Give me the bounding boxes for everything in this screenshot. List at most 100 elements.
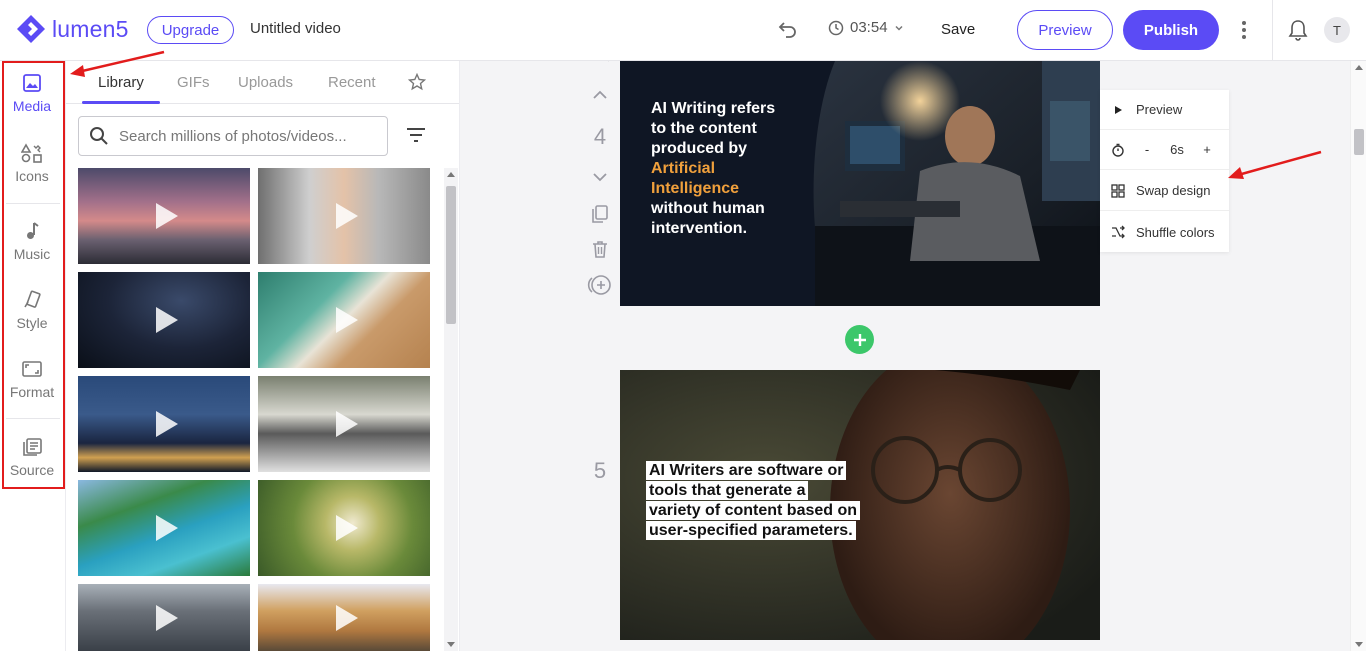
avatar[interactable]: T — [1324, 17, 1350, 43]
trash-icon[interactable] — [590, 239, 610, 259]
scene-5-slide[interactable]: AI Writers are software or tools that ge… — [620, 370, 1100, 640]
plus-icon — [853, 333, 866, 346]
filter-button[interactable] — [406, 127, 426, 148]
active-tab-indicator — [82, 101, 160, 104]
lumen5-logo-icon — [17, 15, 45, 43]
brand-name: lumen5 — [52, 15, 129, 42]
media-scrollbar[interactable] — [444, 168, 458, 651]
media-thumbnail[interactable] — [258, 480, 430, 576]
decrease-duration-button[interactable]: - — [1136, 142, 1158, 157]
tab-uploads[interactable]: Uploads — [238, 74, 293, 91]
lumen5-logo[interactable]: lumen5 — [16, 14, 129, 44]
undo-icon — [778, 22, 796, 38]
duration-value: 03:54 — [850, 19, 888, 36]
annotation-highlight-box — [2, 61, 65, 489]
caption-highlight: Intelligence — [651, 180, 740, 197]
search-icon — [90, 127, 108, 145]
caption-line: user-specified parameters. — [646, 521, 856, 540]
page-scrollbar[interactable] — [1350, 61, 1366, 651]
caption-line: without human — [651, 200, 765, 217]
top-bar: lumen5 Upgrade Untitled video 03:54 Save… — [0, 0, 1366, 61]
scene-4-caption[interactable]: AI Writing refers to the content produce… — [651, 99, 821, 239]
left-rail: Media Icons Music Style Format Source — [0, 61, 66, 651]
play-icon — [156, 307, 178, 333]
favorites-tab[interactable] — [407, 72, 427, 96]
scene-duration-item: - 6s + — [1100, 130, 1229, 170]
scene-number: 5 — [593, 458, 607, 483]
tab-recent[interactable]: Recent — [328, 74, 376, 91]
header-divider — [1272, 0, 1273, 61]
search-field[interactable] — [78, 116, 388, 156]
media-tabs: Library GIFs Uploads Recent — [66, 61, 459, 104]
scroll-up-arrow[interactable] — [447, 172, 455, 177]
scene-number: 4 — [593, 124, 607, 149]
grid-icon — [1111, 183, 1125, 198]
caption-line: AI Writers are software or — [646, 461, 847, 480]
media-thumbnail[interactable] — [258, 272, 430, 368]
menu-item-label: Swap design — [1136, 183, 1211, 198]
swap-design-item[interactable]: Swap design — [1100, 171, 1229, 211]
scroll-down-arrow[interactable] — [1355, 642, 1363, 647]
media-thumbnail[interactable] — [258, 376, 430, 472]
duplicate-icon[interactable] — [590, 204, 610, 224]
duration-dropdown[interactable]: 03:54 — [828, 19, 904, 36]
media-thumbnail[interactable] — [78, 480, 250, 576]
undo-button[interactable] — [778, 19, 798, 44]
play-icon — [1115, 105, 1122, 114]
scene-duration-value: 6s — [1170, 142, 1184, 157]
comment-icon[interactable] — [589, 61, 611, 65]
tab-library[interactable]: Library — [98, 74, 144, 91]
media-thumbnail[interactable] — [258, 584, 430, 651]
preview-button[interactable]: Preview — [1017, 10, 1113, 50]
menu-item-label: Preview — [1136, 102, 1183, 117]
filter-icon — [407, 128, 425, 142]
search-input[interactable] — [119, 127, 379, 145]
add-scene-icon[interactable] — [587, 274, 613, 296]
shuffle-icon — [1112, 225, 1125, 239]
increase-duration-button[interactable]: + — [1196, 142, 1218, 157]
media-thumbnail[interactable] — [78, 584, 250, 651]
move-up-icon[interactable] — [592, 89, 608, 101]
timer-icon — [1112, 143, 1124, 157]
media-thumbnail[interactable] — [258, 168, 430, 264]
upgrade-button[interactable]: Upgrade — [147, 16, 234, 44]
media-thumbnail[interactable] — [78, 376, 250, 472]
save-button[interactable]: Save — [941, 21, 975, 38]
media-thumbnail[interactable] — [78, 272, 250, 368]
play-icon — [336, 203, 358, 229]
play-icon — [156, 411, 178, 437]
video-title[interactable]: Untitled video — [250, 20, 341, 37]
scene-5-caption[interactable]: AI Writers are software or tools that ge… — [646, 461, 876, 541]
chevron-down-icon — [895, 25, 903, 31]
storyboard-canvas: 4 AI Writing refers to the content produ… — [460, 61, 1350, 651]
caption-line: tools that generate a — [646, 481, 809, 500]
add-scene-button[interactable] — [845, 325, 874, 354]
scroll-up-arrow[interactable] — [1355, 65, 1363, 70]
media-thumbnail[interactable] — [78, 168, 250, 264]
shuffle-colors-item[interactable]: Shuffle colors — [1100, 212, 1229, 252]
move-down-icon[interactable] — [592, 171, 608, 183]
play-icon — [336, 411, 358, 437]
play-icon — [156, 604, 178, 631]
tab-gifs[interactable]: GIFs — [177, 74, 210, 91]
clock-icon — [828, 20, 844, 35]
play-icon — [336, 307, 358, 333]
scene-options-menu: Preview - 6s + Swap design Shuffle color… — [1100, 90, 1229, 252]
play-icon — [156, 203, 178, 229]
scrollbar-thumb[interactable] — [446, 186, 456, 324]
notifications-button[interactable] — [1288, 19, 1308, 46]
play-icon — [156, 515, 178, 541]
caption-line: produced by — [651, 140, 748, 157]
media-panel: Library GIFs Uploads Recent — [66, 61, 460, 651]
publish-button[interactable]: Publish — [1123, 10, 1219, 50]
star-icon — [407, 72, 427, 91]
more-options-icon[interactable] — [1236, 18, 1252, 42]
menu-item-label: Shuffle colors — [1136, 224, 1215, 240]
caption-line: intervention. — [651, 220, 748, 237]
play-icon — [336, 604, 358, 631]
scrollbar-thumb[interactable] — [1354, 129, 1364, 155]
scroll-down-arrow[interactable] — [447, 642, 455, 647]
scene-4-slide[interactable]: AI Writing refers to the content produce… — [620, 61, 1100, 306]
scene-preview-item[interactable]: Preview — [1100, 90, 1229, 130]
play-icon — [336, 515, 358, 541]
